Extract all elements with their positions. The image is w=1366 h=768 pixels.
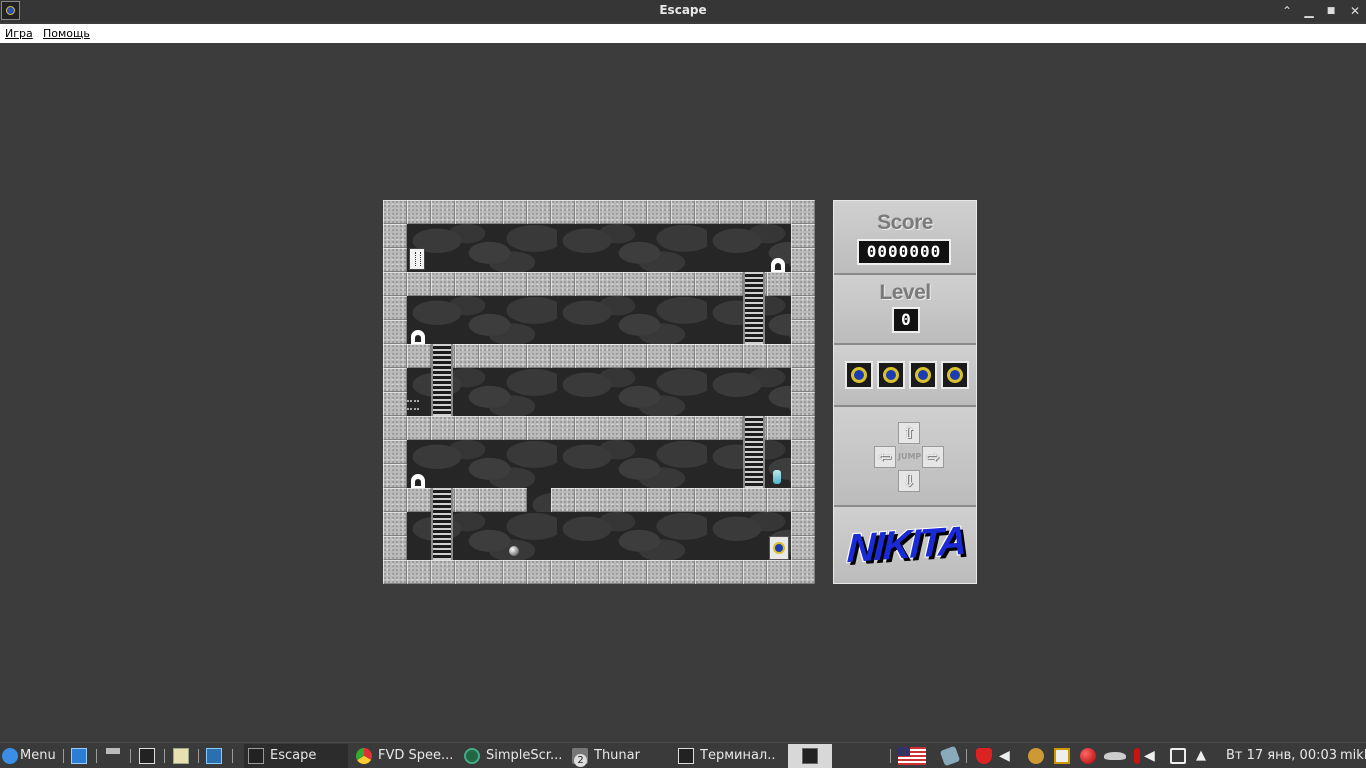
notes-icon[interactable]: [173, 748, 189, 764]
arch-door: [411, 474, 425, 488]
terminal-launcher-icon[interactable]: [139, 748, 155, 764]
lives-section: [834, 345, 976, 407]
maximize-button[interactable]: ■: [1320, 1, 1342, 21]
separator: [96, 749, 97, 763]
cave-row-2: [407, 296, 791, 344]
flag-canton: [898, 747, 910, 756]
cave-row-3: [407, 368, 791, 416]
arrow-up-icon[interactable]: ⇧: [898, 422, 920, 444]
task-thunar[interactable]: 2 Thunar: [568, 744, 672, 768]
ufo-icon[interactable]: [1104, 752, 1126, 760]
task-chrome[interactable]: FVD Spee...: [352, 744, 456, 768]
level-section: Level 0: [834, 275, 976, 345]
potion-item: [773, 470, 781, 484]
separator: [232, 749, 233, 763]
menu-icon[interactable]: [2, 748, 18, 764]
task-label: Thunar: [594, 748, 640, 763]
taskbar: Menu Escape FVD Spee... SimpleScr... 2 T…: [0, 742, 1366, 768]
notification-bell-icon[interactable]: ▲: [1196, 748, 1212, 764]
floor-gap: [527, 488, 551, 512]
exit-door: [409, 248, 425, 270]
menu-game[interactable]: Игра: [5, 27, 33, 40]
level-label: Level: [879, 281, 931, 304]
level-value: 0: [892, 307, 920, 333]
cave-row-5: [407, 512, 791, 560]
ladder: [431, 488, 453, 560]
ladder: [743, 416, 765, 488]
task-terminal[interactable]: Терминал...: [674, 744, 778, 768]
battery-icon[interactable]: [1170, 748, 1186, 764]
ladder: [743, 272, 765, 344]
separator: [890, 749, 891, 763]
paint-roller-icon[interactable]: [106, 748, 120, 764]
bomb-item: [509, 546, 519, 556]
hud-panel: Score 0000000 Level 0 ⇧ ⇦ JUMP ⇨ ⇩ NIKIT…: [833, 200, 977, 584]
ladder: [431, 344, 453, 416]
menu-bar: Игра Помощь: [0, 24, 1366, 43]
jump-button[interactable]: JUMP: [898, 446, 921, 468]
close-button[interactable]: ✕: [1344, 1, 1366, 21]
logo-section: NIKITA: [834, 507, 976, 583]
speaker-icon[interactable]: ◀: [1144, 748, 1160, 764]
terminal-icon: [678, 748, 694, 764]
volume-icon[interactable]: ◀: [999, 748, 1015, 764]
task-label: FVD Spee...: [378, 748, 454, 763]
window-title: Escape: [659, 3, 707, 17]
cave-row-4: [407, 440, 791, 488]
shield-icon[interactable]: [976, 748, 992, 764]
restore-button[interactable]: ▁: [1298, 1, 1320, 21]
task-label: Терминал...: [700, 748, 776, 763]
us-flag-icon[interactable]: [898, 747, 926, 765]
cave-row-1: [407, 224, 791, 272]
game-icon: [248, 748, 264, 764]
arch-door: [771, 258, 785, 272]
user-name[interactable]: mikl: [1340, 743, 1366, 768]
clock[interactable]: Вт 17 янв, 00:03: [1226, 743, 1337, 768]
separator: [966, 749, 967, 763]
separator: [164, 749, 165, 763]
clipboard-icon[interactable]: [1054, 748, 1070, 764]
task-escape[interactable]: Escape: [244, 744, 348, 768]
controls-section: ⇧ ⇦ JUMP ⇨ ⇩: [834, 407, 976, 507]
xfce-icon[interactable]: [206, 748, 222, 764]
task-label: SimpleScr...: [486, 748, 562, 763]
task-simplescreenrecorder[interactable]: SimpleScr...: [460, 744, 564, 768]
separator: [198, 749, 199, 763]
menu-help[interactable]: Помощь: [43, 27, 90, 40]
game-board[interactable]: [383, 200, 815, 584]
menu-button[interactable]: Menu: [20, 743, 56, 768]
chrome-icon: [356, 748, 372, 764]
life-icon: [877, 361, 905, 389]
life-icon: [845, 361, 873, 389]
nikita-logo: NIKITA: [846, 518, 966, 572]
score-section: Score 0000000: [834, 201, 976, 275]
life-icon: [909, 361, 937, 389]
arrow-left-icon[interactable]: ⇦: [874, 446, 896, 468]
task-label: Escape: [270, 748, 317, 763]
arch-door: [411, 330, 425, 344]
show-desktop-icon[interactable]: [71, 748, 87, 764]
separator: [63, 749, 64, 763]
window-titlebar[interactable]: Escape ⌃ ▁ ■ ✕: [0, 0, 1366, 22]
key-item: [407, 400, 419, 410]
simplescreenrecorder-icon: [464, 748, 480, 764]
score-label: Score: [877, 211, 933, 234]
arrow-right-icon[interactable]: ⇨: [922, 446, 944, 468]
microphone-icon[interactable]: [1134, 748, 1140, 764]
arrow-down-icon[interactable]: ⇩: [898, 470, 920, 492]
life-icon: [941, 361, 969, 389]
player-character: [769, 536, 789, 560]
separator: [130, 749, 131, 763]
task-count-badge: 2: [574, 754, 587, 767]
planet-icon[interactable]: [1028, 748, 1044, 764]
network-icon[interactable]: [939, 745, 961, 767]
minimize-button[interactable]: ⌃: [1276, 1, 1298, 21]
workspace-preview[interactable]: [788, 744, 832, 768]
game-icon: [802, 748, 818, 764]
record-icon[interactable]: [1080, 748, 1096, 764]
score-value: 0000000: [857, 239, 951, 265]
